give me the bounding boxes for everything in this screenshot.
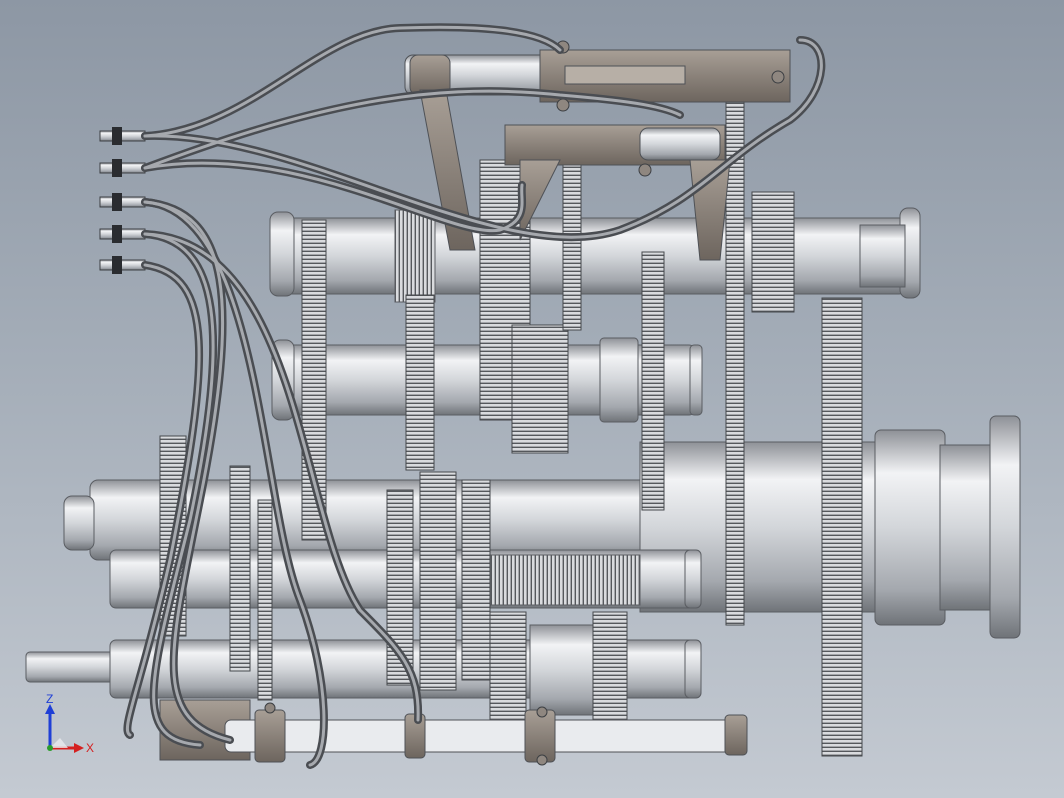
y-axis-origin (47, 745, 53, 751)
gear-l (257, 499, 273, 701)
gear-n (419, 471, 457, 691)
upper-shaft[interactable] (269, 207, 921, 303)
gear-o (461, 479, 491, 681)
cad-viewport[interactable]: Z X (0, 0, 1064, 798)
gear-f (641, 251, 665, 511)
gear-i (821, 297, 863, 757)
hose-fittings[interactable] (99, 127, 146, 274)
gearbox-assembly-model[interactable] (0, 0, 1064, 798)
bottom-cylinder[interactable] (159, 699, 748, 766)
gear-e (562, 159, 582, 331)
gear-q (592, 611, 628, 723)
gear-k (229, 465, 251, 672)
z-axis-label: Z (46, 694, 53, 706)
gear-g (725, 99, 745, 626)
x-axis-label: X (86, 741, 94, 755)
gear-b (405, 294, 435, 471)
y-axis-plane (50, 738, 68, 748)
gear-d (511, 324, 569, 454)
coordinate-triad: Z X (45, 694, 94, 755)
x-axis-arrow (74, 743, 84, 753)
gear-p (489, 611, 527, 731)
gear-h (751, 191, 795, 313)
